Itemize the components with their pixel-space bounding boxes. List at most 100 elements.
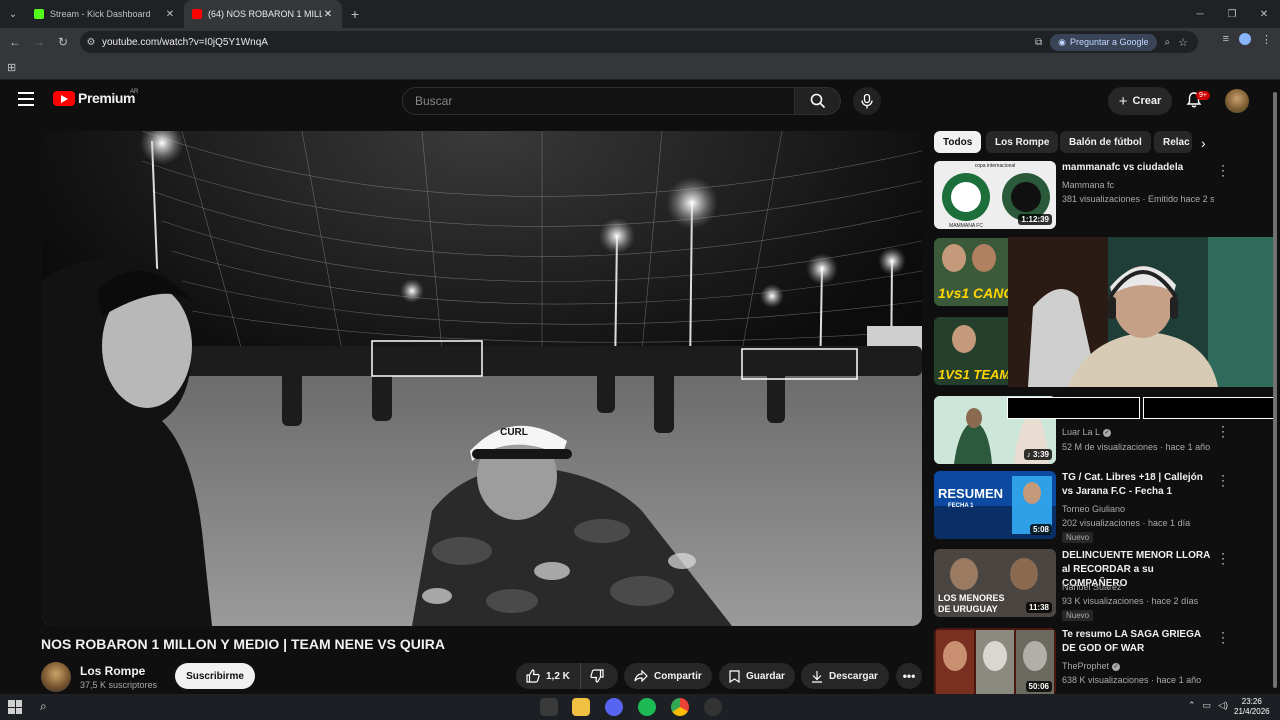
- video-duration: ♪ 3:39: [1023, 449, 1052, 460]
- recommendation-item[interactable]: LOS MENORES DE URUGUAY 11:38 DELINCUENTE…: [934, 547, 1270, 621]
- site-info-icon[interactable]: ⚙: [80, 37, 102, 48]
- search-icon: [810, 93, 825, 109]
- video-thumbnail[interactable]: 50:06: [934, 628, 1056, 696]
- tab-kick-dashboard[interactable]: Stream - Kick Dashboard ✕: [26, 0, 184, 28]
- recommendation-item[interactable]: 50:06 Te resumo LA SAGA GRIEGA DE GOD OF…: [934, 626, 1270, 698]
- recommendation-channel[interactable]: Torneo Giuliano: [1062, 504, 1125, 514]
- search-box: [402, 87, 795, 115]
- download-icon: [812, 670, 822, 683]
- channel-name[interactable]: Los Rompe: [80, 664, 145, 678]
- tab-search-icon[interactable]: ⌄: [0, 0, 26, 28]
- file-explorer-icon[interactable]: [572, 698, 590, 716]
- thumbnail-subtext: FECHA 1: [948, 503, 974, 509]
- network-icon[interactable]: ▭: [1203, 700, 1212, 711]
- search-input[interactable]: [415, 94, 794, 108]
- download-button[interactable]: Descargar: [801, 663, 889, 689]
- more-vert-icon[interactable]: · · ·: [1220, 547, 1226, 569]
- close-window-icon[interactable]: ✕: [1248, 0, 1280, 28]
- windows-taskbar: ⌕ ⌃ ▭ ◁) 23:26 21/4/2026: [0, 694, 1280, 720]
- more-vert-icon[interactable]: · · ·: [1220, 420, 1226, 442]
- recommendation-title[interactable]: mammanafc vs ciudadela: [1062, 161, 1212, 175]
- new-badge: Nuevo: [1062, 532, 1094, 543]
- recommendation-item[interactable]: RESUMEN FECHA 1 5:08 TG / Cat. Libres +1…: [934, 469, 1270, 543]
- chevron-right-icon[interactable]: ›: [1201, 135, 1206, 151]
- task-view-icon[interactable]: [540, 698, 558, 716]
- subscribe-button[interactable]: Suscribirme: [175, 663, 255, 689]
- chip-los-rompe[interactable]: Los Rompe: [986, 131, 1059, 153]
- youtube-premium-logo[interactable]: Premium AR: [53, 89, 138, 106]
- video-thumbnail[interactable]: LOS MENORES DE URUGUAY 11:38: [934, 549, 1056, 617]
- reload-icon[interactable]: ↻: [51, 35, 75, 49]
- chip-related[interactable]: Relac: [1154, 131, 1192, 153]
- more-vert-icon[interactable]: · · ·: [1220, 469, 1226, 491]
- more-actions-button[interactable]: •••: [896, 663, 922, 689]
- video-player[interactable]: CURL: [42, 131, 922, 626]
- plus-icon: +: [1118, 92, 1128, 110]
- dislike-button[interactable]: [581, 669, 613, 683]
- recommendation-channel[interactable]: Nahuel Suarez: [1062, 582, 1122, 592]
- tray-expand-icon[interactable]: ⌃: [1188, 700, 1196, 711]
- menu-icon[interactable]: [18, 92, 34, 106]
- maximize-icon[interactable]: ❐: [1216, 0, 1248, 28]
- browser-toolbar: ← → ↻ ⚙ youtube.com/watch?v=I0jQ5Y1WnqA …: [0, 28, 1280, 56]
- search-button[interactable]: [795, 87, 841, 115]
- streamer-webcam-overlay: [1008, 237, 1276, 387]
- recommendation-title[interactable]: TG / Cat. Libres +18 | Callejón vs Jaran…: [1062, 471, 1212, 499]
- obs-icon[interactable]: [704, 698, 722, 716]
- browser-menu-icon[interactable]: ⋮: [1261, 33, 1272, 46]
- minimize-icon[interactable]: ─: [1184, 0, 1216, 28]
- thumbs-up-icon: [526, 669, 540, 683]
- volume-icon[interactable]: ◁): [1218, 700, 1228, 711]
- recommendation-title[interactable]: Te resumo LA SAGA GRIEGA DE GOD OF WAR: [1062, 628, 1212, 656]
- video-thumbnail[interactable]: RESUMEN FECHA 1 5:08: [934, 471, 1056, 539]
- more-vert-icon[interactable]: · · ·: [1220, 626, 1226, 648]
- recommendation-channel[interactable]: Mammana fc: [1062, 180, 1114, 190]
- chip-football[interactable]: Balón de fútbol: [1060, 131, 1151, 153]
- duration-text: 3:39: [1032, 450, 1049, 459]
- save-button[interactable]: Guardar: [719, 663, 795, 689]
- apps-grid-icon[interactable]: ⊞: [7, 61, 16, 74]
- close-tab-icon[interactable]: ✕: [164, 9, 176, 20]
- discord-icon[interactable]: [605, 698, 623, 716]
- verified-icon: ✓: [1103, 428, 1112, 437]
- close-tab-icon[interactable]: ✕: [322, 9, 334, 20]
- recommendation-item[interactable]: copa internacional MAMMANA FC 1:12:39 ma…: [934, 159, 1270, 231]
- bookmark-star-icon[interactable]: ☆: [1178, 36, 1188, 49]
- tab-youtube-video[interactable]: (64) NOS ROBARON 1 MILLON ✕: [184, 0, 342, 28]
- video-thumbnail[interactable]: copa internacional MAMMANA FC 1:12:39: [934, 161, 1056, 229]
- page-scrollbar[interactable]: [1273, 92, 1277, 688]
- url-text[interactable]: youtube.com/watch?v=I0jQ5Y1WnqA: [102, 37, 1035, 48]
- recommendation-channel[interactable]: Luar La L ✓: [1062, 427, 1112, 437]
- like-button[interactable]: 1,2 K: [516, 663, 581, 689]
- forward-icon[interactable]: →: [27, 35, 51, 49]
- channel-avatar[interactable]: [41, 662, 71, 692]
- zoom-icon[interactable]: ⌕: [1165, 37, 1171, 48]
- chrome-icon[interactable]: [671, 698, 689, 716]
- window-controls: ─ ❐ ✕: [1184, 0, 1280, 28]
- chip-all[interactable]: Todos: [934, 131, 982, 153]
- verified-icon: ✓: [1112, 662, 1121, 671]
- ask-google-button[interactable]: ◉ Preguntar a Google: [1050, 33, 1157, 51]
- thumbnail-text-line2: DE URUGUAY: [938, 604, 998, 614]
- taskbar-clock[interactable]: 23:26 21/4/2026: [1234, 697, 1270, 717]
- voice-search-button[interactable]: [853, 87, 881, 115]
- profile-icon[interactable]: [1239, 33, 1251, 45]
- recommendation-channel[interactable]: TheProphet ✓: [1062, 661, 1121, 671]
- create-button[interactable]: + Crear: [1108, 87, 1172, 115]
- spotify-icon[interactable]: [638, 698, 656, 716]
- like-dislike-group: 1,2 K: [516, 663, 618, 689]
- recommendation-meta: 52 M de visualizaciones · hace 1 año: [1062, 442, 1211, 452]
- share-button[interactable]: Compartir: [624, 663, 712, 689]
- browser-tab-bar: ⌄ Stream - Kick Dashboard ✕ (64) NOS ROB…: [0, 0, 1280, 28]
- windows-start-icon[interactable]: [8, 700, 22, 714]
- reading-list-icon[interactable]: ≡: [1223, 33, 1229, 46]
- toolbar-right: ≡ ⋮: [1223, 33, 1272, 46]
- more-vert-icon[interactable]: · · ·: [1220, 159, 1226, 181]
- new-tab-icon[interactable]: +: [342, 6, 368, 22]
- user-avatar[interactable]: [1225, 89, 1249, 113]
- back-icon[interactable]: ←: [3, 35, 27, 49]
- address-bar[interactable]: ⚙ youtube.com/watch?v=I0jQ5Y1WnqA ⧉ ◉ Pr…: [80, 31, 1198, 53]
- cast-icon[interactable]: ⧉: [1035, 37, 1042, 48]
- tab-title: Stream - Kick Dashboard: [50, 9, 151, 19]
- taskbar-search-icon[interactable]: ⌕: [40, 699, 47, 714]
